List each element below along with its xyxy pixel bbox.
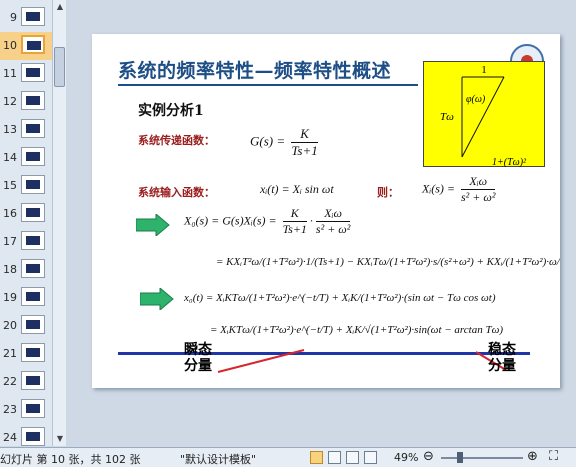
- thumbnail-preview[interactable]: [21, 63, 45, 82]
- slide-thumbnail-panel: 9 10 11 12 13 14 15 16 17 18 19 20 21 22 23 24 ▲ ▼: [0, 0, 66, 446]
- eq-output-laplace: X₀(s) = G(s)Xᵢ(s) = K Ts+1 · Xᵢω s² + ω²: [184, 206, 351, 236]
- zoom-slider[interactable]: [441, 457, 523, 459]
- thumbnail-number: 12: [3, 95, 17, 108]
- title-divider: [118, 84, 418, 86]
- thumbnail-preview[interactable]: [21, 343, 45, 362]
- scroll-up-icon[interactable]: ▲: [55, 2, 65, 12]
- transfer-function-label: 系统传递函数：: [138, 134, 215, 147]
- thumbnail-preview[interactable]: [21, 287, 45, 306]
- thumbnail-preview[interactable]: [21, 91, 45, 110]
- thumbnail-scrollbar[interactable]: ▲ ▼: [52, 0, 66, 446]
- zoom-slider-knob[interactable]: [457, 452, 463, 463]
- transient-component-label: 瞬态 分量: [184, 342, 212, 374]
- eq-input-laplace: Xᵢ(s) = Xᵢω s² + ω²: [422, 174, 496, 204]
- arrow-right-icon-2: [140, 288, 174, 310]
- phase-triangle-box: 1 Tω φ(ω) 1+(Tω)²: [423, 61, 545, 168]
- eq-output-time-simplified: = XᵢKTω/(1+T²ω²)·e^(−t/T) + XᵢK/√(1+T²ω²…: [210, 324, 504, 336]
- thumbnail-preview[interactable]: [21, 399, 45, 418]
- triangle-diagram: 1 Tω φ(ω) 1+(Tω)²: [440, 64, 527, 168]
- scroll-down-icon[interactable]: ▼: [55, 434, 65, 444]
- thumbnail-preview[interactable]: [21, 371, 45, 390]
- thumbnail-preview[interactable]: [21, 175, 45, 194]
- thumbnail-preview[interactable]: [21, 259, 45, 278]
- thumbnail-number: 20: [3, 319, 17, 332]
- thumbnail-number: 9: [10, 11, 17, 24]
- arrow-right-icon: [136, 214, 170, 236]
- eq-output-partial-fraction: = KXᵢT²ω/(1+T²ω²)·1/(Ts+1) − KXᵢTω/(1+T²…: [216, 256, 560, 268]
- scrollbar-thumb[interactable]: [54, 47, 65, 87]
- triangle-angle-label: φ(ω): [466, 94, 486, 105]
- thumbnail-number: 24: [3, 431, 17, 444]
- slideshow-view-icon[interactable]: [364, 451, 377, 464]
- slide-title: 系统的频率特性—频率特性概述: [118, 60, 392, 82]
- thumbnail-preview[interactable]: [21, 35, 45, 54]
- slide-count-text: 幻灯片 第 10 张，共 102 张: [0, 453, 141, 466]
- thumbnail-preview[interactable]: [21, 7, 45, 26]
- thumbnail-preview[interactable]: [21, 427, 45, 446]
- then-label: 则：: [377, 186, 399, 199]
- thumbnail-number: 13: [3, 123, 17, 136]
- thumbnail-number: 11: [3, 67, 17, 80]
- zoom-level[interactable]: 49%: [394, 451, 418, 464]
- thumbnail-number: 17: [3, 235, 17, 248]
- thumbnail-preview[interactable]: [21, 203, 45, 222]
- triangle-left-label: Tω: [440, 111, 454, 123]
- thumbnail-number: 18: [3, 263, 17, 276]
- thumbnail-number: 22: [3, 375, 17, 388]
- zoom-out-icon[interactable]: ⊖: [423, 449, 434, 464]
- fit-slide-icon[interactable]: ⛶: [549, 449, 558, 464]
- triangle-top-label: 1: [481, 64, 487, 76]
- thumbnail-number: 16: [3, 207, 17, 220]
- thumbnail-preview[interactable]: [21, 119, 45, 138]
- zoom-in-icon[interactable]: ⊕: [527, 449, 538, 464]
- eq-transfer-function: G(s) = K Ts+1: [250, 126, 318, 158]
- thumbnail-preview[interactable]: [21, 231, 45, 250]
- thumbnail-preview[interactable]: [21, 315, 45, 334]
- eq-input-time: xᵢ(t) = Xᵢ sin ωt: [260, 182, 334, 196]
- steady-component-label: 稳态 分量: [488, 342, 516, 374]
- thumbnail-number: 15: [3, 179, 17, 192]
- status-bar: 幻灯片 第 10 张，共 102 张 "默认设计模板" 49% ⊖ ⊕ ⛶: [0, 447, 576, 467]
- theme-name-text[interactable]: "默认设计模板": [180, 451, 256, 467]
- thumbnail-number: 23: [3, 403, 17, 416]
- reading-view-icon[interactable]: [346, 451, 359, 464]
- transient-pointer-arrow: [217, 349, 305, 373]
- triangle-hyp-label: 1+(Tω)²: [492, 157, 527, 168]
- bottom-divider: [118, 352, 530, 355]
- thumbnail-preview[interactable]: [21, 147, 45, 166]
- input-function-label: 系统输入函数：: [138, 186, 215, 199]
- slide-canvas[interactable]: 系统的频率特性—频率特性概述 1 Tω φ(ω) 1+(Tω)² 实例分析1 系…: [92, 34, 560, 388]
- example-heading: 实例分析1: [138, 103, 204, 119]
- slide-sorter-view-icon[interactable]: [328, 451, 341, 464]
- eq-output-time: x₀(t) = XᵢKTω/(1+T²ω²)·e^(−t/T) + XᵢK/(1…: [184, 292, 496, 304]
- thumbnail-number: 19: [3, 291, 17, 304]
- thumbnail-number: 10: [3, 39, 17, 52]
- thumbnail-number: 21: [3, 347, 17, 360]
- thumbnail-number: 14: [3, 151, 17, 164]
- normal-view-icon[interactable]: [310, 451, 323, 464]
